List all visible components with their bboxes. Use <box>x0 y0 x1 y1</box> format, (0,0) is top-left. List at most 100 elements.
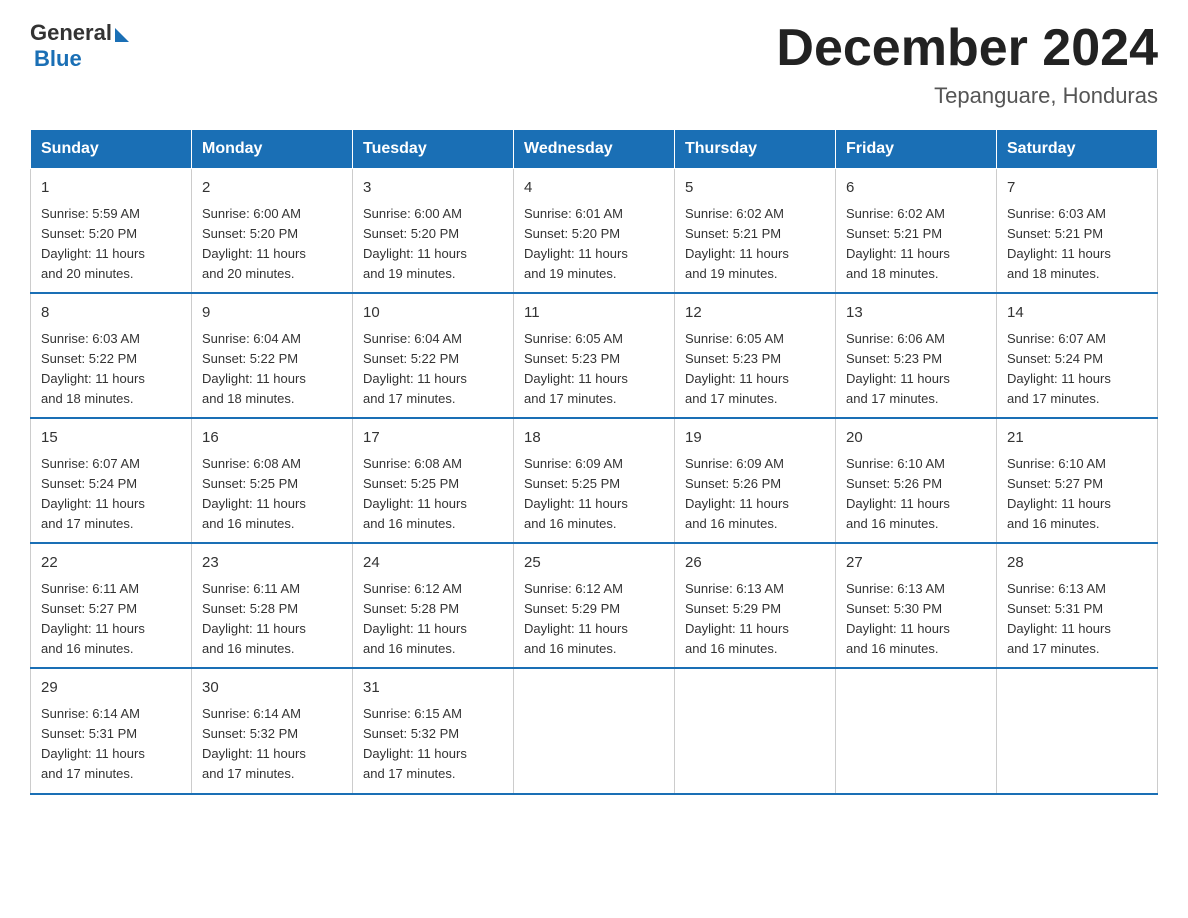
day-number: 13 <box>846 302 986 325</box>
header-monday: Monday <box>192 130 353 169</box>
day-info: Sunrise: 6:06 AMSunset: 5:23 PMDaylight:… <box>846 329 986 410</box>
day-number: 8 <box>41 302 181 325</box>
header-row: Sunday Monday Tuesday Wednesday Thursday… <box>31 130 1158 169</box>
day-number: 24 <box>363 552 503 575</box>
day-number: 29 <box>41 677 181 700</box>
title-area: December 2024 Tepanguare, Honduras <box>776 20 1158 109</box>
calendar-table: Sunday Monday Tuesday Wednesday Thursday… <box>30 129 1158 794</box>
day-number: 17 <box>363 427 503 450</box>
day-info: Sunrise: 6:04 AMSunset: 5:22 PMDaylight:… <box>202 329 342 410</box>
header-friday: Friday <box>836 130 997 169</box>
day-number: 14 <box>1007 302 1147 325</box>
day-number: 30 <box>202 677 342 700</box>
day-cell <box>514 668 675 793</box>
day-info: Sunrise: 6:14 AMSunset: 5:32 PMDaylight:… <box>202 704 342 785</box>
day-number: 23 <box>202 552 342 575</box>
day-cell: 14 Sunrise: 6:07 AMSunset: 5:24 PMDayligh… <box>997 293 1158 418</box>
day-number: 21 <box>1007 427 1147 450</box>
day-cell: 2 Sunrise: 6:00 AMSunset: 5:20 PMDaylight… <box>192 169 353 294</box>
day-number: 22 <box>41 552 181 575</box>
day-cell: 15 Sunrise: 6:07 AMSunset: 5:24 PMDayligh… <box>31 418 192 543</box>
day-cell: 6Sunrise: 6:02 AMSunset: 5:21 PMDaylight… <box>836 169 997 294</box>
day-number: 2 <box>202 177 342 200</box>
day-cell: 7Sunrise: 6:03 AMSunset: 5:21 PMDaylight… <box>997 169 1158 294</box>
day-cell: 17 Sunrise: 6:08 AMSunset: 5:25 PMDayligh… <box>353 418 514 543</box>
day-info: Sunrise: 6:05 AMSunset: 5:23 PMDaylight:… <box>685 329 825 410</box>
day-cell: 23 Sunrise: 6:11 AMSunset: 5:28 PMDayligh… <box>192 543 353 668</box>
day-number: 5 <box>685 177 825 200</box>
day-cell: 9 Sunrise: 6:04 AMSunset: 5:22 PMDaylight… <box>192 293 353 418</box>
day-info: Sunrise: 6:12 AMSunset: 5:29 PMDaylight:… <box>524 579 664 660</box>
day-number: 28 <box>1007 552 1147 575</box>
week-row-1: 1Sunrise: 5:59 AMSunset: 5:20 PMDaylight… <box>31 169 1158 294</box>
day-number: 4 <box>524 177 664 200</box>
day-number: 12 <box>685 302 825 325</box>
header-tuesday: Tuesday <box>353 130 514 169</box>
day-info: Sunrise: 6:00 AMSunset: 5:20 PMDaylight:… <box>363 204 503 285</box>
day-info: Sunrise: 6:04 AMSunset: 5:22 PMDaylight:… <box>363 329 503 410</box>
day-cell: 28 Sunrise: 6:13 AMSunset: 5:31 PMDayligh… <box>997 543 1158 668</box>
day-info: Sunrise: 6:09 AMSunset: 5:25 PMDaylight:… <box>524 454 664 535</box>
day-info: Sunrise: 6:07 AMSunset: 5:24 PMDaylight:… <box>41 454 181 535</box>
day-info: Sunrise: 6:13 AMSunset: 5:31 PMDaylight:… <box>1007 579 1147 660</box>
day-info: Sunrise: 6:14 AMSunset: 5:31 PMDaylight:… <box>41 704 181 785</box>
day-number: 3 <box>363 177 503 200</box>
day-cell: 21Sunrise: 6:10 AMSunset: 5:27 PMDayligh… <box>997 418 1158 543</box>
logo-top: General <box>30 20 129 46</box>
day-cell: 22 Sunrise: 6:11 AMSunset: 5:27 PMDayligh… <box>31 543 192 668</box>
day-number: 10 <box>363 302 503 325</box>
day-info: Sunrise: 5:59 AMSunset: 5:20 PMDaylight:… <box>41 204 181 285</box>
day-number: 16 <box>202 427 342 450</box>
day-cell: 19Sunrise: 6:09 AMSunset: 5:26 PMDayligh… <box>675 418 836 543</box>
day-info: Sunrise: 6:10 AMSunset: 5:26 PMDaylight:… <box>846 454 986 535</box>
day-cell: 16 Sunrise: 6:08 AMSunset: 5:25 PMDayligh… <box>192 418 353 543</box>
day-info: Sunrise: 6:05 AMSunset: 5:23 PMDaylight:… <box>524 329 664 410</box>
day-info: Sunrise: 6:13 AMSunset: 5:29 PMDaylight:… <box>685 579 825 660</box>
calendar-header: Sunday Monday Tuesday Wednesday Thursday… <box>31 130 1158 169</box>
week-row-5: 29 Sunrise: 6:14 AMSunset: 5:31 PMDayligh… <box>31 668 1158 793</box>
day-cell: 1Sunrise: 5:59 AMSunset: 5:20 PMDaylight… <box>31 169 192 294</box>
day-info: Sunrise: 6:09 AMSunset: 5:26 PMDaylight:… <box>685 454 825 535</box>
week-row-4: 22 Sunrise: 6:11 AMSunset: 5:27 PMDayligh… <box>31 543 1158 668</box>
day-cell: 18Sunrise: 6:09 AMSunset: 5:25 PMDayligh… <box>514 418 675 543</box>
calendar-body: 1Sunrise: 5:59 AMSunset: 5:20 PMDaylight… <box>31 169 1158 794</box>
day-number: 7 <box>1007 177 1147 200</box>
header-thursday: Thursday <box>675 130 836 169</box>
day-info: Sunrise: 6:11 AMSunset: 5:28 PMDaylight:… <box>202 579 342 660</box>
day-number: 6 <box>846 177 986 200</box>
day-cell: 3 Sunrise: 6:00 AMSunset: 5:20 PMDaylight… <box>353 169 514 294</box>
day-info: Sunrise: 6:01 AMSunset: 5:20 PMDaylight:… <box>524 204 664 285</box>
day-cell: 13 Sunrise: 6:06 AMSunset: 5:23 PMDayligh… <box>836 293 997 418</box>
day-cell: 29 Sunrise: 6:14 AMSunset: 5:31 PMDayligh… <box>31 668 192 793</box>
week-row-3: 15 Sunrise: 6:07 AMSunset: 5:24 PMDayligh… <box>31 418 1158 543</box>
day-cell: 24 Sunrise: 6:12 AMSunset: 5:28 PMDayligh… <box>353 543 514 668</box>
day-info: Sunrise: 6:08 AMSunset: 5:25 PMDaylight:… <box>202 454 342 535</box>
logo: General Blue <box>30 20 129 72</box>
day-number: 20 <box>846 427 986 450</box>
day-cell: 27Sunrise: 6:13 AMSunset: 5:30 PMDayligh… <box>836 543 997 668</box>
day-info: Sunrise: 6:02 AMSunset: 5:21 PMDaylight:… <box>685 204 825 285</box>
day-cell <box>997 668 1158 793</box>
day-number: 15 <box>41 427 181 450</box>
day-cell: 20 Sunrise: 6:10 AMSunset: 5:26 PMDayligh… <box>836 418 997 543</box>
day-info: Sunrise: 6:07 AMSunset: 5:24 PMDaylight:… <box>1007 329 1147 410</box>
day-cell: 8 Sunrise: 6:03 AMSunset: 5:22 PMDaylight… <box>31 293 192 418</box>
day-info: Sunrise: 6:03 AMSunset: 5:22 PMDaylight:… <box>41 329 181 410</box>
day-cell: 30 Sunrise: 6:14 AMSunset: 5:32 PMDayligh… <box>192 668 353 793</box>
day-number: 26 <box>685 552 825 575</box>
day-info: Sunrise: 6:12 AMSunset: 5:28 PMDaylight:… <box>363 579 503 660</box>
day-info: Sunrise: 6:00 AMSunset: 5:20 PMDaylight:… <box>202 204 342 285</box>
page-header: General Blue December 2024 Tepanguare, H… <box>30 20 1158 109</box>
day-number: 27 <box>846 552 986 575</box>
day-info: Sunrise: 6:11 AMSunset: 5:27 PMDaylight:… <box>41 579 181 660</box>
week-row-2: 8 Sunrise: 6:03 AMSunset: 5:22 PMDaylight… <box>31 293 1158 418</box>
day-cell: 11 Sunrise: 6:05 AMSunset: 5:23 PMDayligh… <box>514 293 675 418</box>
day-number: 25 <box>524 552 664 575</box>
day-info: Sunrise: 6:08 AMSunset: 5:25 PMDaylight:… <box>363 454 503 535</box>
logo-triangle-icon <box>115 28 129 42</box>
day-number: 11 <box>524 302 664 325</box>
day-number: 9 <box>202 302 342 325</box>
day-cell <box>675 668 836 793</box>
day-cell: 25 Sunrise: 6:12 AMSunset: 5:29 PMDayligh… <box>514 543 675 668</box>
day-cell: 10 Sunrise: 6:04 AMSunset: 5:22 PMDayligh… <box>353 293 514 418</box>
